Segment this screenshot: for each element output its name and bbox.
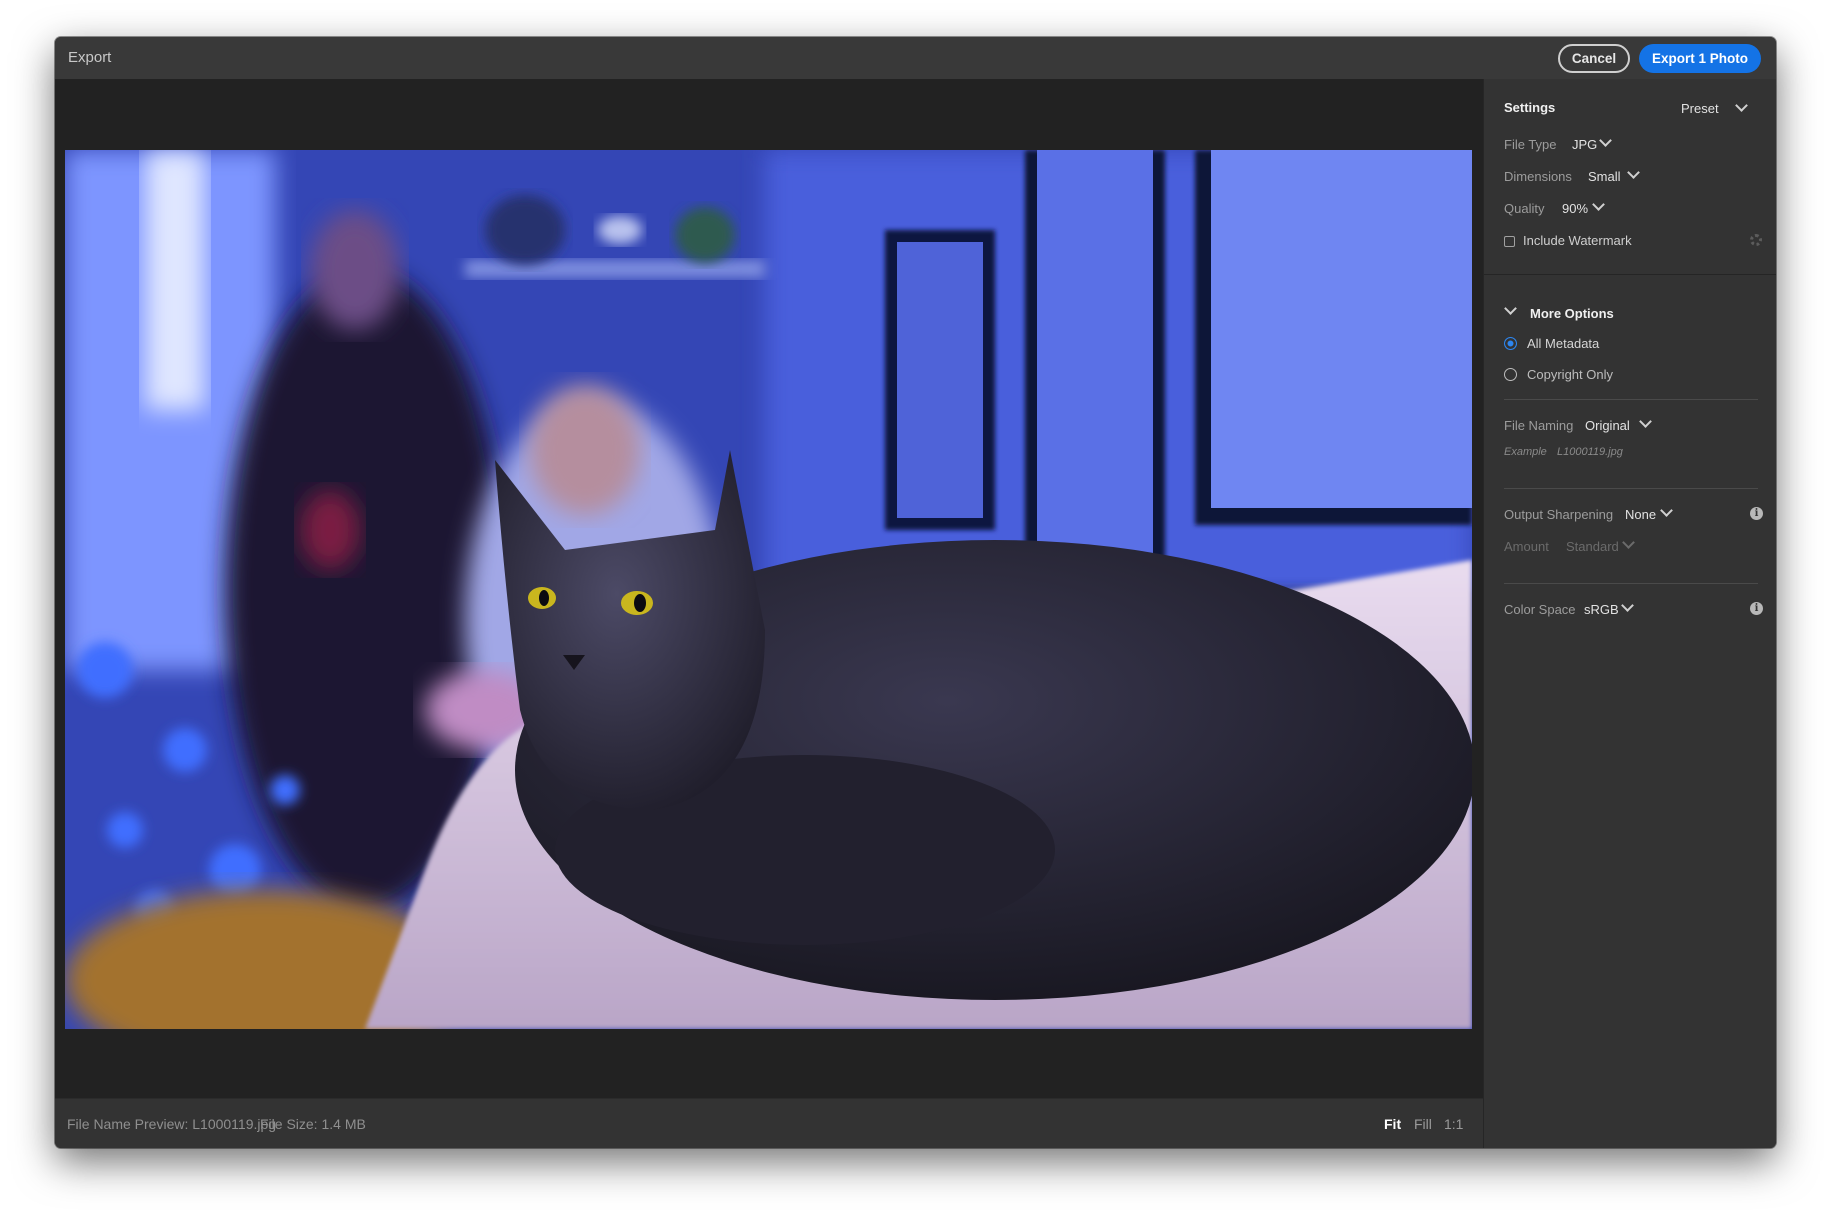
color-space-dropdown[interactable]: sRGB: [1584, 602, 1619, 617]
file-naming-example-value: L1000119.jpg: [1557, 446, 1623, 458]
preview-area: [55, 79, 1483, 1098]
color-space-label: Color Space: [1504, 602, 1576, 617]
settings-header: Settings: [1504, 100, 1556, 115]
file-naming-label: File Naming: [1504, 418, 1574, 433]
section-divider: [1504, 488, 1758, 489]
more-options-header[interactable]: More Options: [1530, 306, 1614, 321]
output-sharpening-chevron-down-icon: [1660, 504, 1673, 517]
file-type-label: File Type: [1504, 137, 1557, 152]
export-dialog: Export Cancel Export 1 Photo File Name P…: [55, 37, 1776, 1148]
settings-panel: Settings Preset File Type JPG Dimensions…: [1483, 79, 1776, 1148]
amount-chevron-down-icon: [1622, 536, 1635, 549]
dimensions-label: Dimensions: [1504, 169, 1572, 184]
radio-all-metadata[interactable]: [1504, 337, 1517, 350]
more-options-chevron-down-icon[interactable]: [1504, 302, 1517, 315]
radio-copyright-only[interactable]: [1504, 368, 1517, 381]
title-bar: Export Cancel Export 1 Photo: [55, 37, 1776, 80]
file-name-preview: File Name Preview: L1000119.jpg: [67, 1116, 277, 1132]
section-divider: [1504, 399, 1758, 400]
quality-chevron-down-icon: [1592, 198, 1605, 211]
section-divider: [1504, 583, 1758, 584]
file-naming-dropdown[interactable]: Original: [1585, 418, 1630, 433]
preset-chevron-down-icon: [1735, 99, 1748, 112]
cancel-button[interactable]: Cancel: [1558, 44, 1630, 73]
quality-label: Quality: [1504, 201, 1545, 216]
photo-illustration: [65, 150, 1472, 1029]
watermark-label: Include Watermark: [1523, 233, 1632, 248]
file-type-dropdown[interactable]: JPG: [1572, 137, 1597, 152]
color-space-chevron-down-icon: [1621, 599, 1634, 612]
gear-icon[interactable]: [1750, 234, 1762, 246]
copyright-only-label[interactable]: Copyright Only: [1527, 367, 1613, 382]
file-type-chevron-down-icon: [1599, 134, 1612, 147]
info-icon[interactable]: i: [1750, 507, 1763, 520]
dimensions-dropdown[interactable]: Small: [1588, 169, 1621, 184]
section-divider: [1484, 274, 1776, 275]
zoom-fit[interactable]: Fit: [1384, 1116, 1401, 1132]
all-metadata-label[interactable]: All Metadata: [1527, 336, 1599, 351]
file-naming-example-label: Example: [1504, 446, 1547, 458]
output-sharpening-dropdown[interactable]: None: [1625, 507, 1656, 522]
watermark-checkbox[interactable]: [1504, 236, 1515, 247]
output-sharpening-label: Output Sharpening: [1504, 507, 1614, 522]
dimensions-chevron-down-icon: [1627, 166, 1640, 179]
preset-dropdown[interactable]: Preset: [1681, 101, 1719, 116]
info-icon[interactable]: i: [1750, 602, 1763, 615]
status-bar: File Name Preview: L1000119.jpg File Siz…: [55, 1098, 1483, 1148]
file-size: File Size: 1.4 MB: [260, 1116, 366, 1132]
dialog-title: Export: [68, 49, 112, 66]
amount-label: Amount: [1504, 539, 1549, 554]
photo-preview: [65, 150, 1472, 1029]
file-naming-chevron-down-icon: [1639, 415, 1652, 428]
zoom-fill[interactable]: Fill: [1414, 1116, 1432, 1132]
export-photo-button[interactable]: Export 1 Photo: [1639, 44, 1761, 73]
quality-dropdown[interactable]: 90%: [1562, 201, 1588, 216]
zoom-one-to-one[interactable]: 1:1: [1444, 1116, 1463, 1132]
amount-dropdown: Standard: [1566, 539, 1619, 554]
